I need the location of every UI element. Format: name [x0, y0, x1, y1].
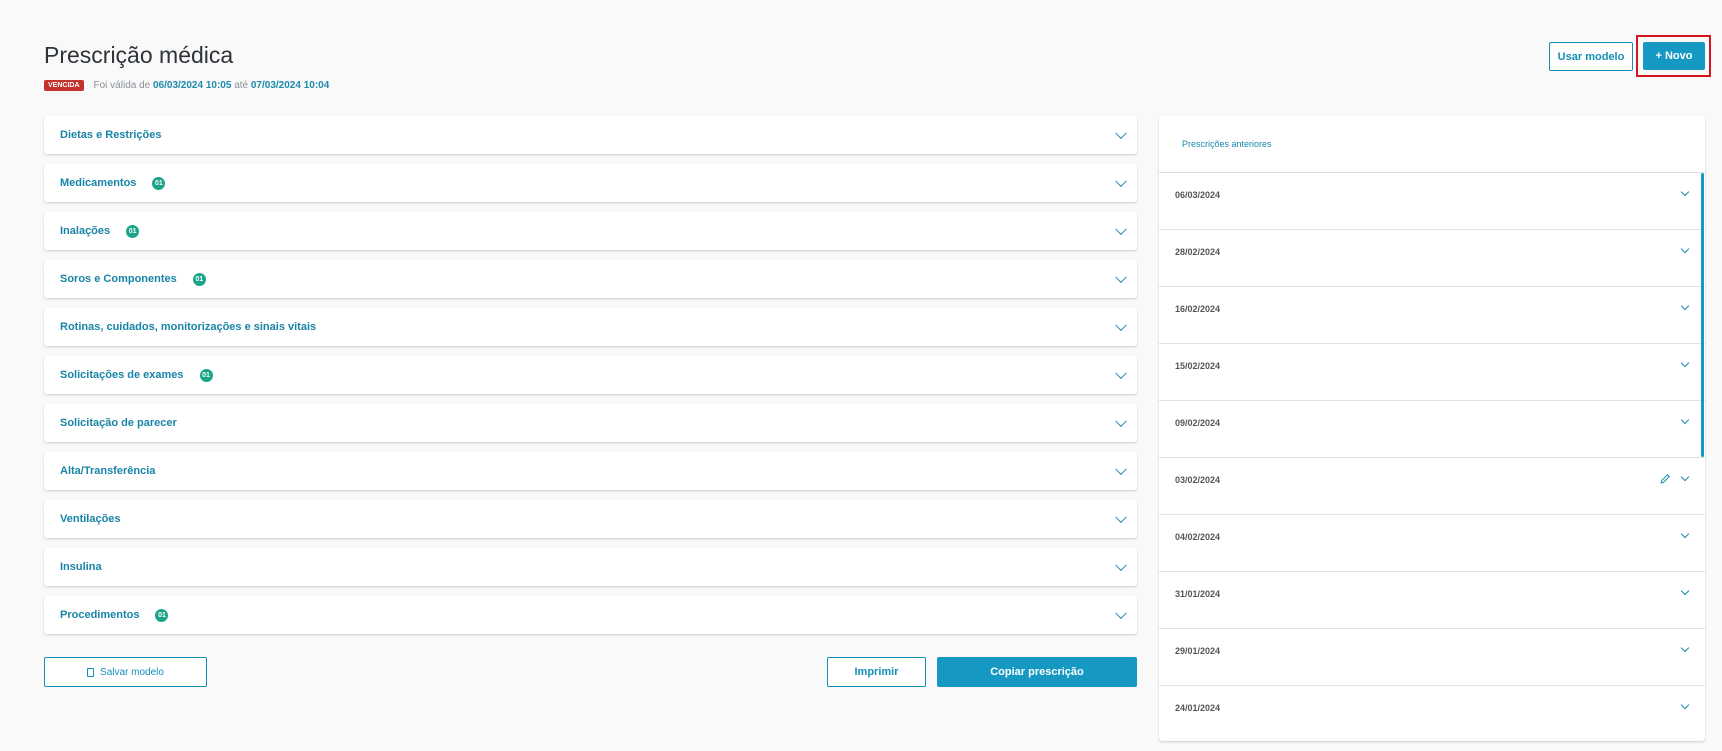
new-button[interactable]: + Novo: [1643, 42, 1705, 70]
history-item[interactable]: 03/02/2024: [1159, 458, 1705, 515]
section-label: Insulina: [60, 561, 102, 573]
copy-prescription-button[interactable]: Copiar prescrição: [937, 657, 1137, 687]
history-date: 04/02/2024: [1175, 532, 1221, 542]
chevron-down-icon[interactable]: [1680, 700, 1690, 710]
page-title: Prescrição médica: [44, 42, 234, 68]
chevron-down-icon[interactable]: [1115, 319, 1127, 332]
valid-to: 07/03/2024 10:04: [250, 80, 330, 91]
section-label: Alta/Transferência: [60, 465, 156, 477]
chevron-down-icon[interactable]: [1680, 643, 1690, 653]
history-date: 29/01/2024: [1175, 646, 1221, 656]
previous-prescriptions-title: Prescrições anteriores: [1159, 116, 1705, 173]
valid-mid: até: [234, 80, 249, 91]
validity-text: Foi válida de 06/03/2024 10:05 até 07/03…: [94, 80, 330, 91]
chevron-down-icon[interactable]: [1680, 244, 1690, 254]
count-badge: 01: [152, 176, 166, 190]
section-label: Inalações: [60, 225, 111, 237]
history-date: 06/03/2024: [1175, 190, 1221, 200]
section-label: Ventilações: [60, 513, 121, 525]
accordion-section[interactable]: Medicamentos 01: [44, 164, 1137, 202]
chevron-down-icon[interactable]: [1115, 127, 1127, 140]
history-date: 03/02/2024: [1175, 475, 1221, 485]
history-item[interactable]: 16/02/2024: [1159, 287, 1705, 344]
accordion-section[interactable]: Rotinas, cuidados, monitorizações e sina…: [44, 308, 1137, 346]
section-label: Dietas e Restrições: [60, 129, 162, 141]
status-badge: VENCIDA: [44, 80, 84, 91]
chevron-down-icon[interactable]: [1115, 463, 1127, 476]
document-icon: [87, 667, 95, 677]
accordion-section[interactable]: Alta/Transferência: [44, 452, 1137, 490]
history-item[interactable]: 15/02/2024: [1159, 344, 1705, 401]
count-badge: 01: [192, 272, 206, 286]
valid-from: 06/03/2024 10:05: [153, 80, 232, 91]
accordion-section[interactable]: Soros e Componentes 01: [44, 260, 1137, 298]
history-date: 24/01/2024: [1175, 703, 1221, 713]
use-model-button[interactable]: Usar modelo: [1549, 42, 1633, 71]
section-label: Rotinas, cuidados, monitorizações e sina…: [60, 321, 317, 333]
history-item[interactable]: 24/01/2024: [1159, 686, 1705, 741]
history-date: 28/02/2024: [1175, 247, 1221, 257]
section-label: Solicitação de parecer: [60, 417, 177, 429]
save-model-label: Salvar modelo: [100, 666, 164, 678]
history-item[interactable]: 04/02/2024: [1159, 515, 1705, 572]
chevron-down-icon[interactable]: [1680, 586, 1690, 596]
accordion-section[interactable]: Ventilações: [44, 500, 1137, 538]
chevron-down-icon[interactable]: [1115, 415, 1127, 428]
count-badge: 01: [155, 608, 169, 622]
history-item[interactable]: 29/01/2024: [1159, 629, 1705, 686]
pencil-icon[interactable]: [1659, 473, 1671, 485]
count-badge: 01: [199, 368, 213, 382]
chevron-down-icon[interactable]: [1680, 187, 1690, 197]
history-item[interactable]: 28/02/2024: [1159, 230, 1705, 287]
chevron-down-icon[interactable]: [1680, 301, 1690, 311]
chevron-down-icon[interactable]: [1680, 415, 1690, 425]
history-date: 31/01/2024: [1175, 589, 1221, 599]
chevron-down-icon[interactable]: [1680, 529, 1690, 539]
validity-info: VENCIDA Foi válida de 06/03/2024 10:05 a…: [44, 80, 329, 91]
count-badge: 01: [126, 224, 140, 238]
history-date: 15/02/2024: [1175, 361, 1221, 371]
history-date: 09/02/2024: [1175, 418, 1221, 428]
accordion-section[interactable]: Solicitações de exames 01: [44, 356, 1137, 394]
chevron-down-icon[interactable]: [1115, 559, 1127, 572]
section-label: Procedimentos: [60, 609, 140, 621]
accordion-section[interactable]: Solicitação de parecer: [44, 404, 1137, 442]
history-item[interactable]: 06/03/2024: [1159, 173, 1705, 230]
chevron-down-icon[interactable]: [1115, 367, 1127, 380]
accordion-section[interactable]: Procedimentos 01: [44, 596, 1137, 634]
chevron-down-icon[interactable]: [1115, 175, 1127, 188]
section-label: Solicitações de exames: [60, 369, 184, 381]
chevron-down-icon[interactable]: [1115, 223, 1127, 236]
chevron-down-icon[interactable]: [1115, 607, 1127, 620]
accordion-section[interactable]: Dietas e Restrições: [44, 116, 1137, 154]
chevron-down-icon[interactable]: [1115, 271, 1127, 284]
history-item[interactable]: 31/01/2024: [1159, 572, 1705, 629]
chevron-down-icon[interactable]: [1680, 472, 1690, 482]
print-button[interactable]: Imprimir: [827, 657, 926, 687]
previous-prescriptions-panel: Prescrições anteriores 06/03/2024 28/02/2…: [1159, 116, 1705, 741]
scrollbar[interactable]: [1701, 173, 1704, 457]
chevron-down-icon[interactable]: [1115, 511, 1127, 524]
chevron-down-icon[interactable]: [1680, 358, 1690, 368]
section-label: Medicamentos: [60, 177, 137, 189]
prescription-sections: Dietas e Restrições Medicamentos 01 Inalaçõ…: [44, 116, 1137, 644]
accordion-section[interactable]: Insulina: [44, 548, 1137, 586]
section-label: Soros e Componentes: [60, 273, 177, 285]
history-date: 16/02/2024: [1175, 304, 1221, 314]
save-model-button[interactable]: Salvar modelo: [44, 657, 207, 687]
history-item[interactable]: 09/02/2024: [1159, 401, 1705, 458]
history-list: 06/03/2024 28/02/2024 16/02/2024 15/02/2024…: [1159, 173, 1705, 741]
valid-prefix: Foi válida de: [93, 80, 151, 91]
accordion-section[interactable]: Inalações 01: [44, 212, 1137, 250]
